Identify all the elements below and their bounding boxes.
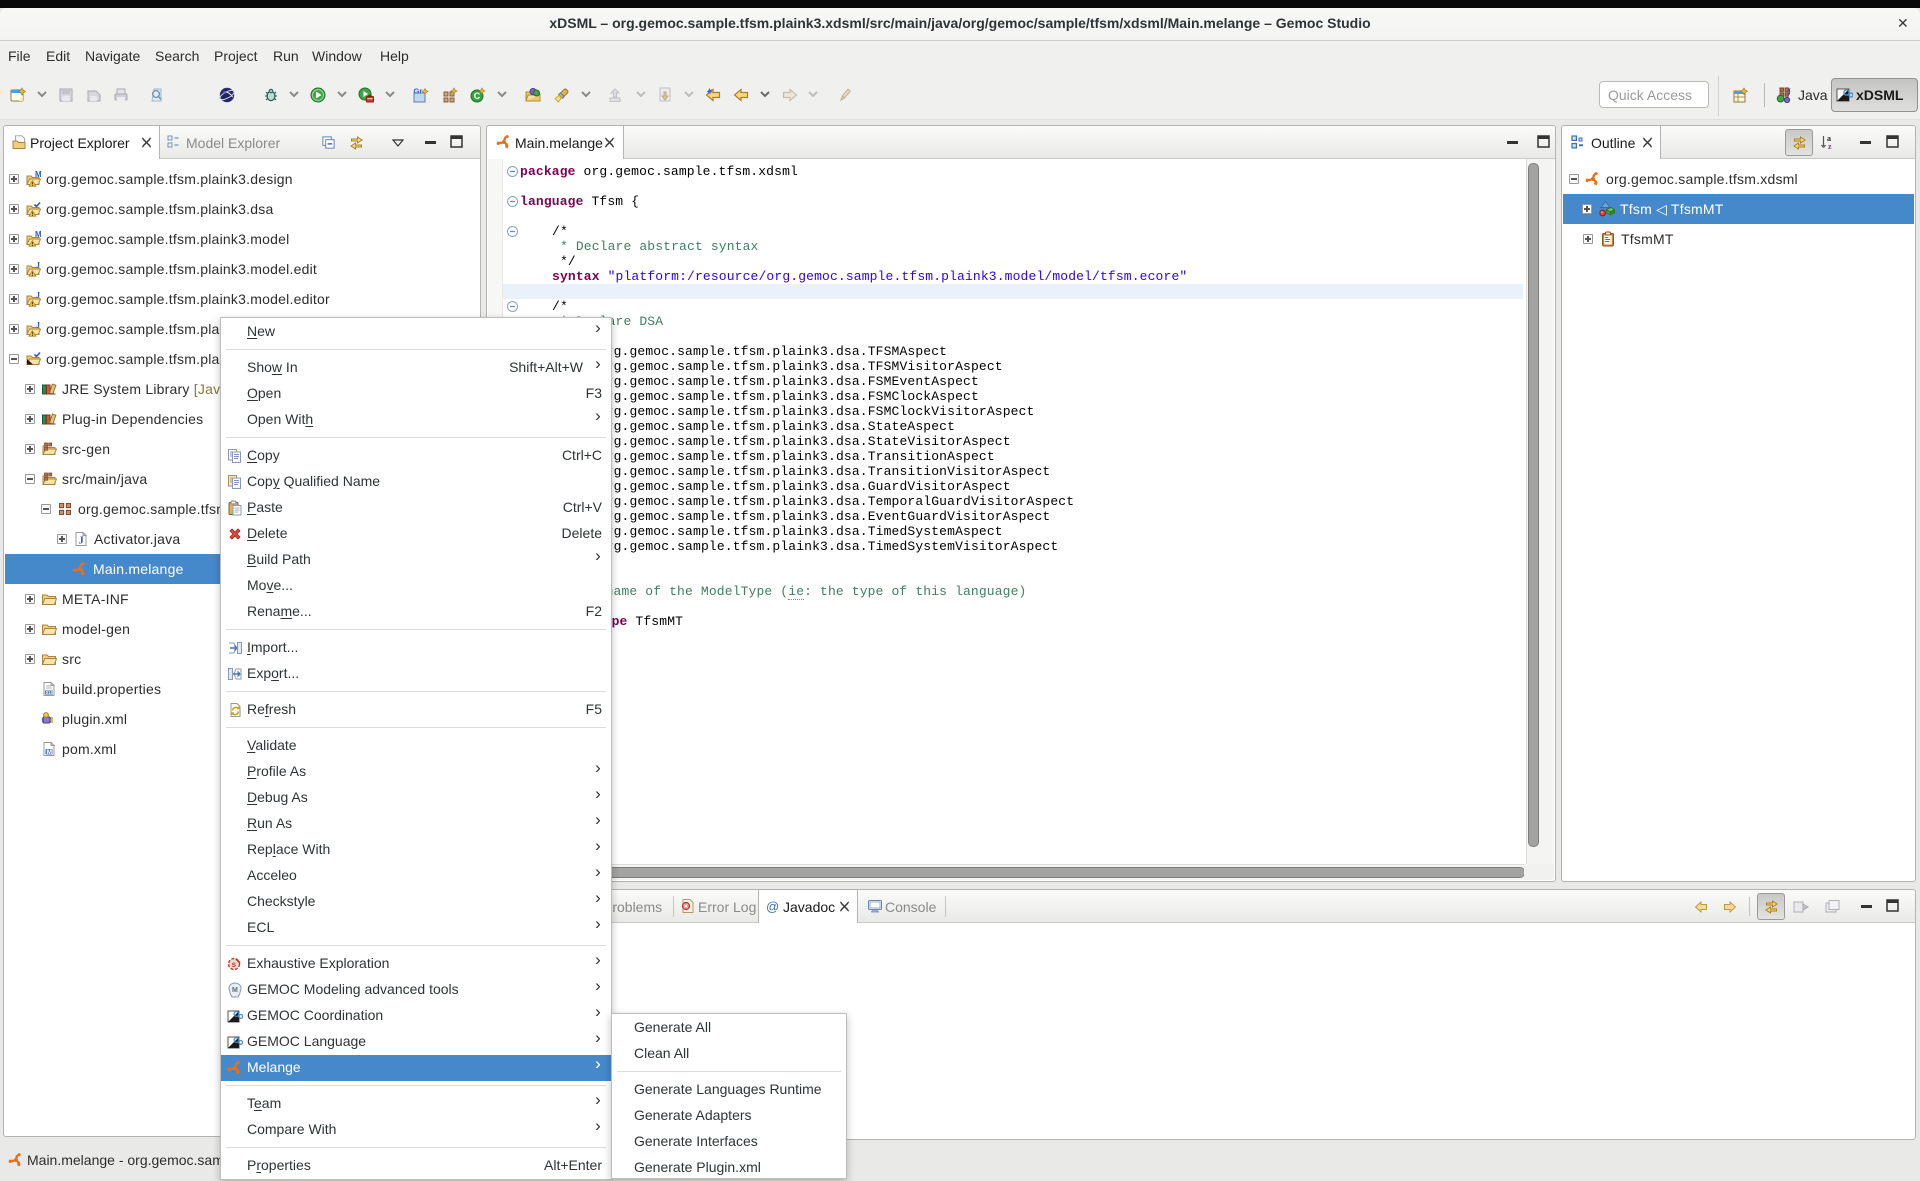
- svg-text:J: J: [1787, 87, 1792, 97]
- svg-text:Gr: Gr: [414, 87, 423, 96]
- svg-text:C: C: [474, 91, 481, 101]
